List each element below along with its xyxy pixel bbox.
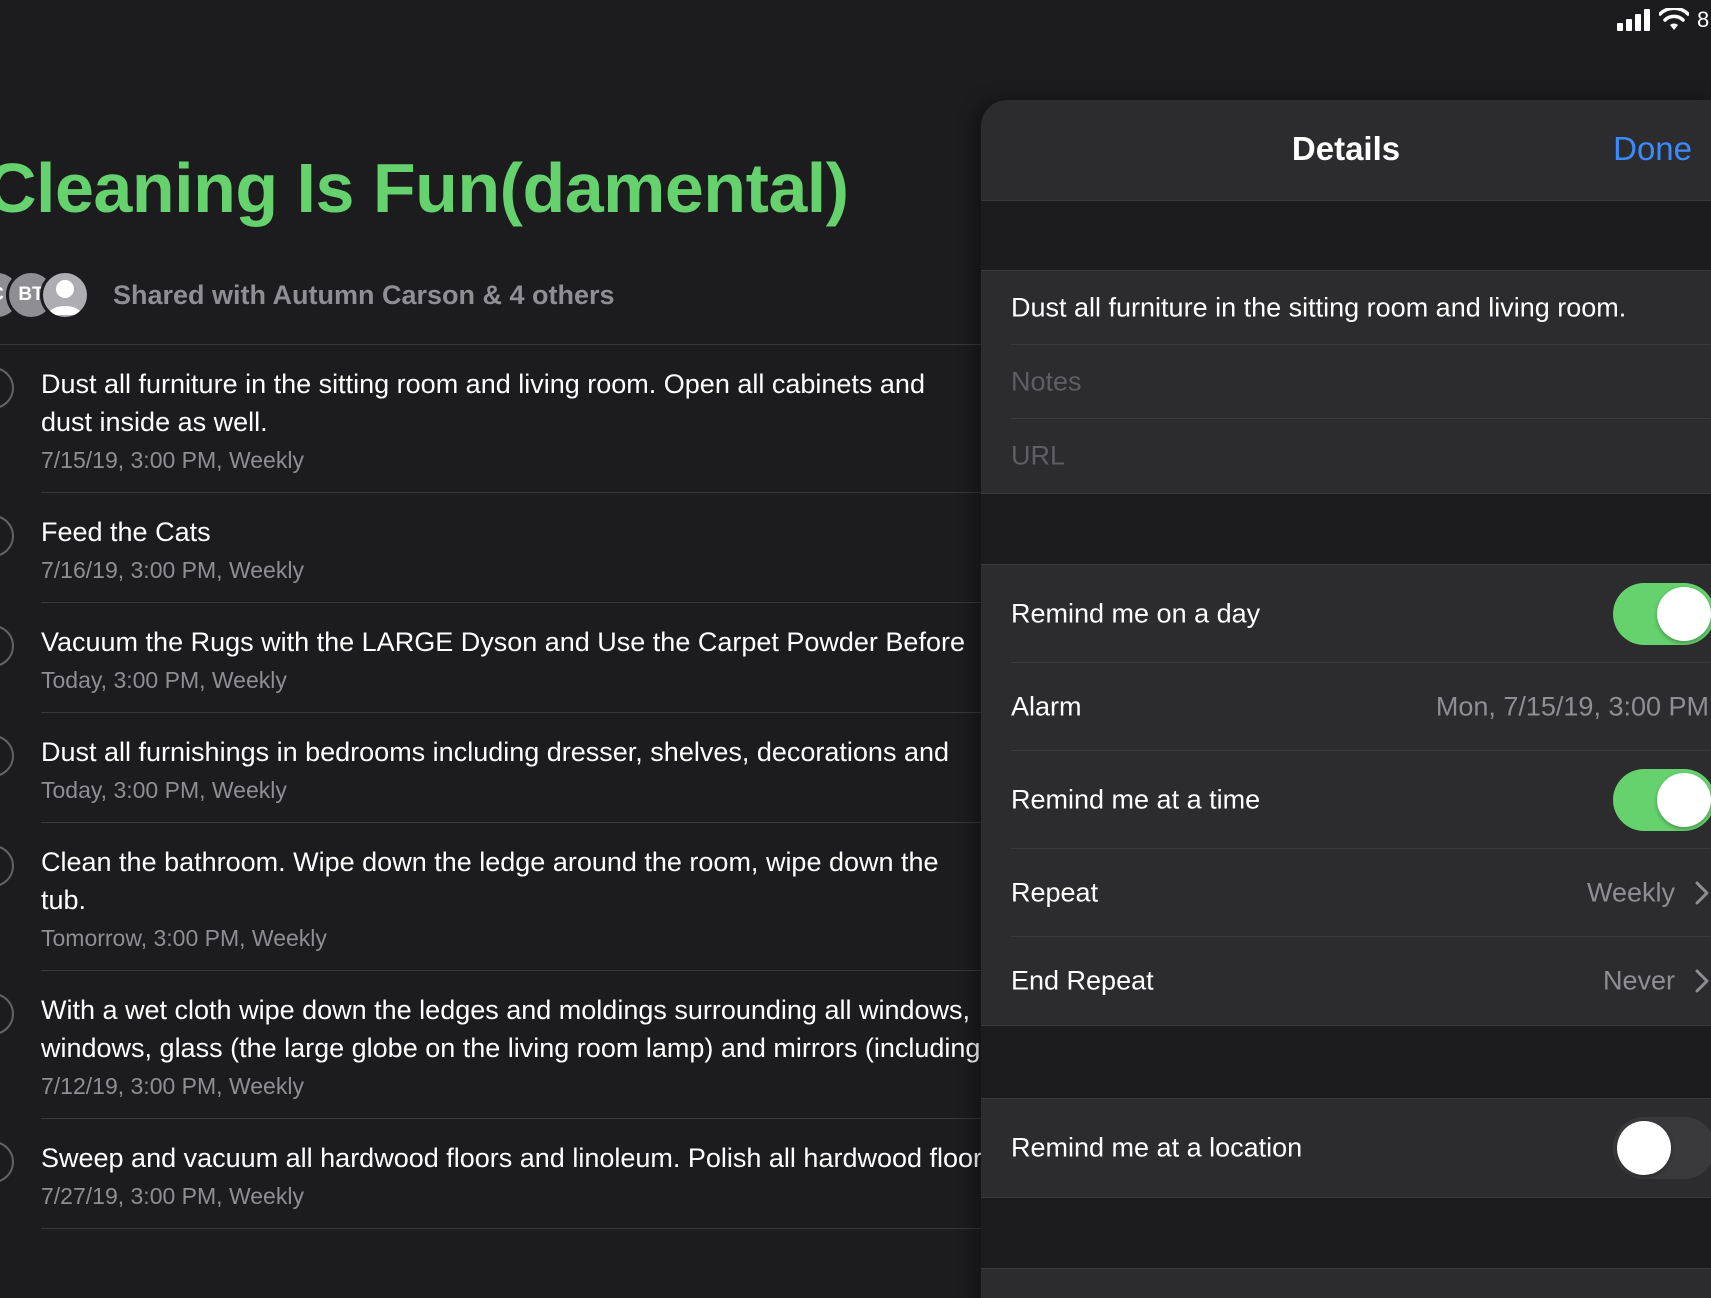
reminder-subtitle: Today, 3:00 PM, Weekly: [41, 777, 287, 803]
next-row: [981, 1269, 1711, 1298]
reminder-title: With a wet cloth wipe down the ledges an…: [41, 995, 981, 1063]
title-notes-group: Dust all furniture in the sitting room a…: [981, 270, 1711, 494]
reminder-settings-group: Remind me on a day Alarm Mon, 7/15/19, 3…: [981, 564, 1711, 1026]
cellular-signal-icon: [1617, 9, 1650, 31]
list-item[interactable]: Feed the Cats 7/16/19, 3:00 PM, Weekly: [0, 493, 990, 603]
remind-location-label: Remind me at a location: [1011, 1132, 1303, 1163]
reminder-title-field[interactable]: Dust all furniture in the sitting room a…: [981, 271, 1711, 345]
repeat-row[interactable]: Repeat Weekly: [981, 849, 1711, 937]
reminder-subtitle: 7/12/19, 3:00 PM, Weekly: [41, 1073, 304, 1099]
list-item[interactable]: Dust all furnishings in bedrooms includi…: [0, 713, 990, 823]
shared-with-text: Shared with Autumn Carson & 4 others: [113, 280, 615, 310]
reminder-title-text: Dust all furniture in the sitting room a…: [1011, 292, 1627, 323]
next-group: [981, 1268, 1711, 1298]
repeat-value: Weekly: [1586, 877, 1675, 908]
alarm-row[interactable]: Alarm Mon, 7/15/19, 3:00 PM: [981, 663, 1711, 751]
chevron-right-icon: [1695, 969, 1709, 993]
end-repeat-label: End Repeat: [1011, 965, 1154, 996]
divider: [41, 1228, 990, 1229]
reminder-title: Feed the Cats: [41, 517, 211, 547]
reminder-title: Dust all furnishings in bedrooms includi…: [41, 737, 949, 767]
location-group: Remind me at a location: [981, 1098, 1711, 1198]
reminder-subtitle: Today, 3:00 PM, Weekly: [41, 667, 287, 693]
list-item[interactable]: Dust all furniture in the sitting room a…: [0, 345, 990, 493]
remind-day-row: Remind me on a day: [981, 565, 1711, 663]
remind-location-row: Remind me at a location: [981, 1099, 1711, 1197]
remind-time-row: Remind me at a time: [981, 751, 1711, 849]
list-title: Cleaning Is Fun(damental): [0, 149, 849, 227]
status-bar: 8: [1617, 6, 1711, 34]
person-avatar-icon: [40, 270, 90, 320]
shared-with-row[interactable]: C BT Shared with Autumn Carson & 4 other…: [0, 268, 980, 324]
reminder-subtitle: 7/16/19, 3:00 PM, Weekly: [41, 557, 304, 583]
remind-day-label: Remind me on a day: [1011, 598, 1261, 629]
end-repeat-value: Never: [1602, 965, 1675, 996]
list-item[interactable]: Vacuum the Rugs with the LARGE Dyson and…: [0, 603, 990, 713]
end-repeat-row[interactable]: End Repeat Never: [981, 937, 1711, 1025]
complete-checkbox[interactable]: [0, 993, 14, 1035]
reminder-list: Dust all furniture in the sitting room a…: [0, 345, 990, 1229]
battery-percentage: 8: [1697, 7, 1710, 32]
url-field[interactable]: URL: [981, 419, 1711, 493]
reminder-subtitle: 7/27/19, 3:00 PM, Weekly: [41, 1183, 304, 1209]
repeat-label: Repeat: [1011, 877, 1099, 908]
remind-time-label: Remind me at a time: [1011, 784, 1261, 815]
alarm-label: Alarm: [1011, 691, 1082, 722]
divider: [981, 200, 1711, 201]
list-item[interactable]: Clean the bathroom. Wipe down the ledge …: [0, 823, 990, 971]
toggle-knob: [1617, 1121, 1671, 1175]
url-placeholder: URL: [1011, 440, 1066, 471]
screen: 8 Cleaning Is Fun(damental) C BT Shared …: [0, 0, 1711, 1298]
list-item[interactable]: Sweep and vacuum all hardwood floors and…: [0, 1119, 990, 1229]
complete-checkbox[interactable]: [0, 845, 14, 887]
reminder-title: Clean the bathroom. Wipe down the ledge …: [41, 847, 939, 915]
alarm-value: Mon, 7/15/19, 3:00 PM: [1435, 691, 1709, 722]
details-header: Details Done: [981, 100, 1711, 200]
list-item[interactable]: With a wet cloth wipe down the ledges an…: [0, 971, 990, 1119]
notes-field[interactable]: Notes: [981, 345, 1711, 419]
remind-day-toggle[interactable]: [1613, 583, 1711, 645]
complete-checkbox[interactable]: [0, 1141, 14, 1183]
chevron-right-icon: [1695, 881, 1709, 905]
toggle-knob: [1657, 587, 1711, 641]
toggle-knob: [1657, 773, 1711, 827]
details-title: Details: [1291, 130, 1401, 167]
notes-placeholder: Notes: [1011, 366, 1082, 397]
complete-checkbox[interactable]: [0, 367, 14, 409]
complete-checkbox[interactable]: [0, 515, 14, 557]
complete-checkbox[interactable]: [0, 625, 14, 667]
remind-time-toggle[interactable]: [1613, 769, 1711, 831]
details-panel: Details Done Dust all furniture in the s…: [981, 100, 1711, 1298]
reminder-subtitle: 7/15/19, 3:00 PM, Weekly: [41, 447, 304, 473]
remind-location-toggle[interactable]: [1613, 1117, 1711, 1179]
done-button[interactable]: Done: [1613, 130, 1692, 168]
reminder-title: Dust all furniture in the sitting room a…: [41, 369, 925, 437]
reminder-title: Sweep and vacuum all hardwood floors and…: [41, 1143, 981, 1173]
reminder-title: Vacuum the Rugs with the LARGE Dyson and…: [41, 627, 965, 657]
complete-checkbox[interactable]: [0, 735, 14, 777]
wifi-icon: [1659, 8, 1689, 30]
reminder-subtitle: Tomorrow, 3:00 PM, Weekly: [41, 925, 327, 951]
